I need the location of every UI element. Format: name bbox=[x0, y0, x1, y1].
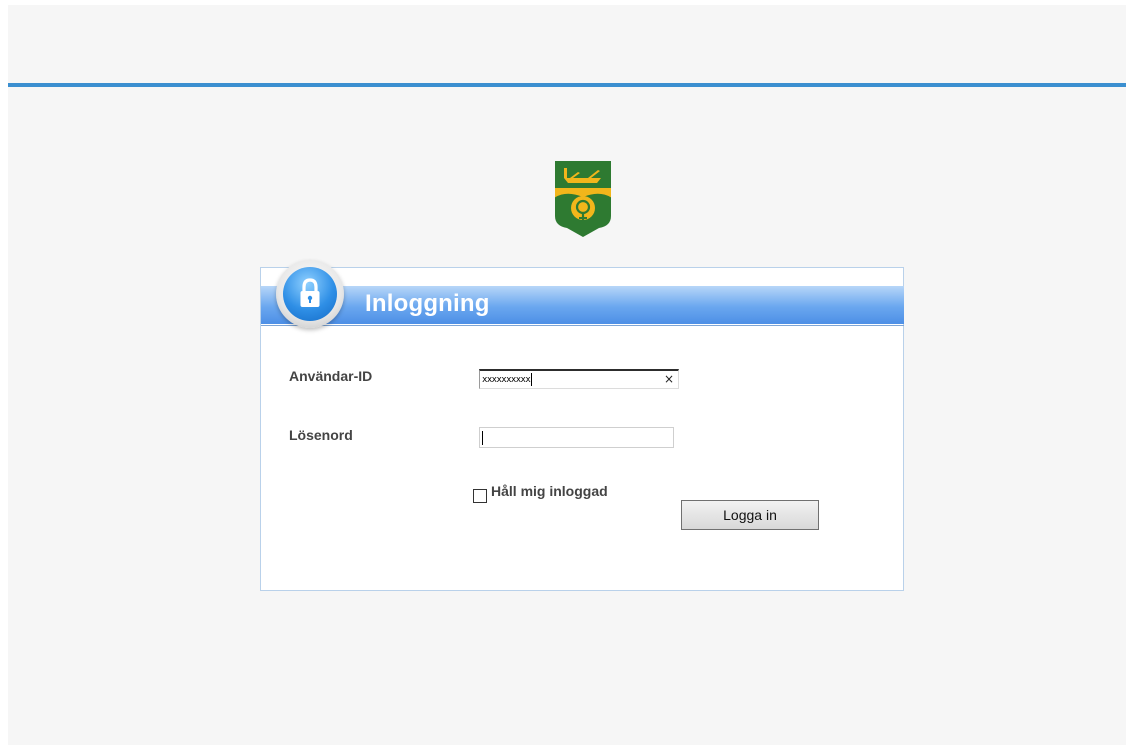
clear-input-icon[interactable]: × bbox=[664, 372, 674, 386]
user-id-input[interactable]: xxxxxxxxxx × bbox=[479, 369, 679, 389]
user-id-value: xxxxxxxxxx bbox=[482, 373, 533, 386]
password-input[interactable] bbox=[479, 427, 674, 448]
login-page: Inloggning Användar-ID xxxxxxxxxx × Löse… bbox=[8, 5, 1126, 745]
panel-header bbox=[261, 286, 904, 324]
text-caret bbox=[482, 431, 483, 445]
lock-circle bbox=[283, 267, 337, 321]
top-divider bbox=[8, 83, 1126, 87]
lock-icon bbox=[300, 278, 320, 307]
login-button[interactable]: Logga in bbox=[681, 500, 819, 530]
remember-me-label[interactable]: Håll mig inloggad bbox=[491, 483, 608, 499]
text-caret bbox=[531, 373, 533, 386]
coat-of-arms-icon bbox=[555, 161, 611, 237]
password-label: Lösenord bbox=[289, 427, 353, 443]
lock-badge bbox=[276, 260, 344, 328]
panel-title: Inloggning bbox=[365, 290, 490, 317]
remember-me-checkbox[interactable] bbox=[473, 489, 487, 503]
user-id-label: Användar-ID bbox=[289, 368, 373, 384]
panel-header-divider bbox=[261, 325, 904, 326]
login-panel: Inloggning Användar-ID xxxxxxxxxx × Löse… bbox=[260, 260, 904, 591]
